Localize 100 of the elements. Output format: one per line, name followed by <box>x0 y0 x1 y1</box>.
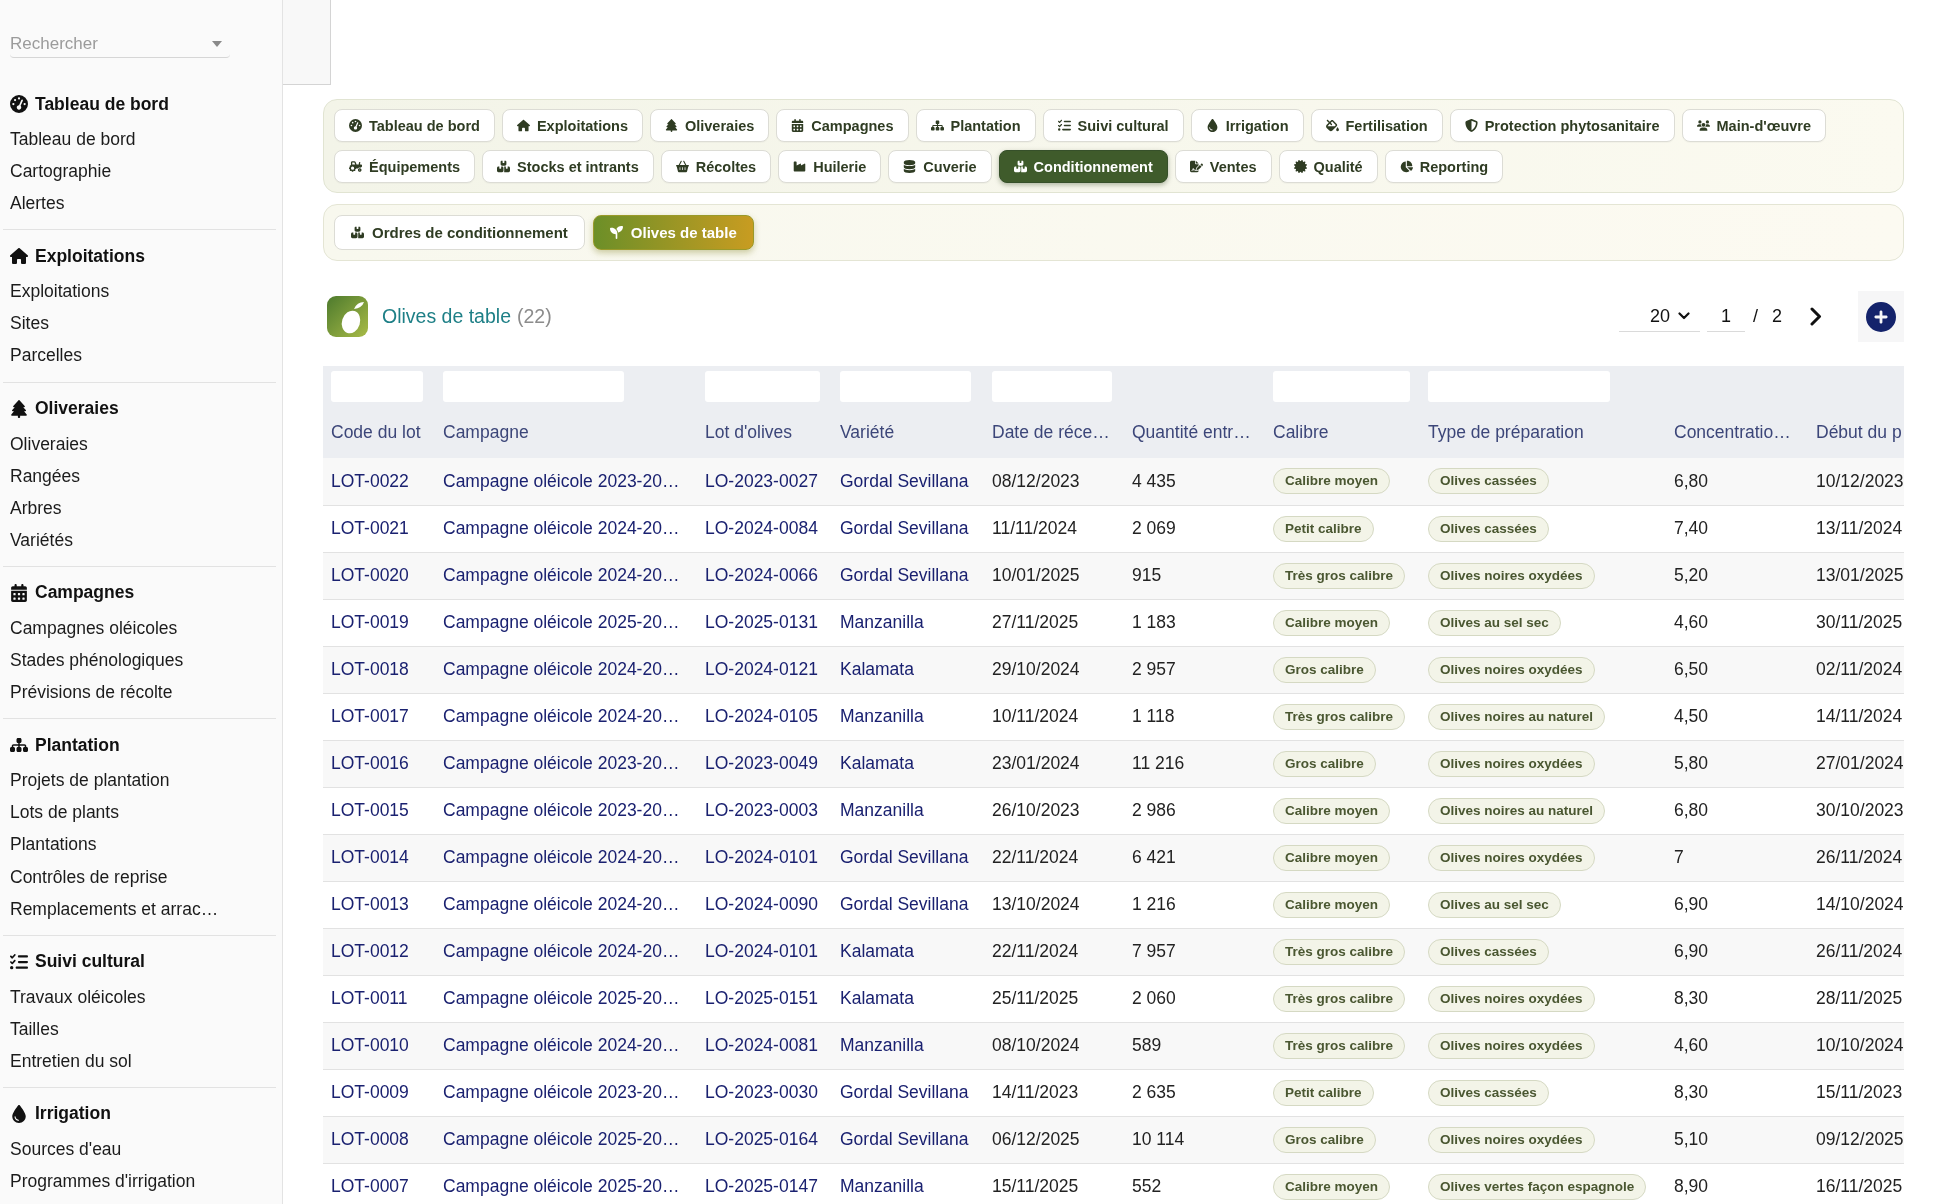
nav-tab[interactable]: Protection phytosanitaire <box>1449 109 1675 142</box>
lot-code-link[interactable]: LOT-0015 <box>331 800 409 820</box>
sidebar-item[interactable]: Cartographie <box>10 155 112 188</box>
lot-code-link[interactable]: LOT-0020 <box>331 565 409 585</box>
sidebar-item[interactable]: Arbres <box>10 491 62 524</box>
campaign-link[interactable]: Campagne oléicole 2024-20… <box>443 518 680 538</box>
sidebar-item[interactable]: Programmes d'irrigation <box>10 1165 196 1198</box>
sidebar-item[interactable]: Prévisions de récolte <box>10 676 173 709</box>
nav-tab[interactable]: Suivi cultural <box>1042 109 1184 142</box>
campaign-link[interactable]: Campagne oléicole 2024-20… <box>443 941 680 961</box>
olive-lot-link[interactable]: LO-2023-0027 <box>705 470 818 491</box>
nav-tab[interactable]: Récoltes <box>660 150 772 183</box>
lot-code-link[interactable]: LOT-0014 <box>331 847 409 867</box>
variety-link[interactable]: Kalamata <box>840 941 914 961</box>
variety-link[interactable]: Kalamata <box>840 753 914 773</box>
nav-tab[interactable]: Fertilisation <box>1310 109 1443 142</box>
olive-lot-link[interactable]: LO-2024-0090 <box>705 894 818 914</box>
olive-lot-link[interactable]: LO-2024-0084 <box>705 518 818 538</box>
nav-tab[interactable]: Huilerie <box>778 150 882 183</box>
lot-code-link[interactable]: LOT-0010 <box>331 1035 409 1055</box>
nav-tab[interactable]: Cuverie <box>888 150 992 183</box>
lot-code-link[interactable]: LOT-0012 <box>331 941 409 961</box>
lot-code-link[interactable]: LOT-0008 <box>331 1129 409 1149</box>
sidebar-item[interactable]: Stades phénologiques <box>10 644 184 677</box>
sidebar-item[interactable]: Variétés <box>10 523 73 556</box>
olive-lot-link[interactable]: LO-2024-0101 <box>705 941 818 961</box>
olive-lot-link[interactable]: LO-2025-0131 <box>705 612 818 632</box>
variety-link[interactable]: Manzanilla <box>840 612 924 632</box>
olive-lot-link[interactable]: LO-2024-0105 <box>705 706 818 726</box>
nav-tab[interactable]: Plantation <box>915 109 1036 142</box>
nav-tab[interactable]: Équipements <box>334 150 476 183</box>
add-button[interactable] <box>1858 291 1904 342</box>
lot-code-link[interactable]: LOT-0022 <box>331 470 409 491</box>
lot-code-link[interactable]: LOT-0013 <box>331 894 409 914</box>
olive-lot-link[interactable]: LO-2025-0164 <box>705 1129 818 1149</box>
sidebar-item[interactable]: Remplacements et arrac… <box>10 892 219 925</box>
olive-lot-link[interactable]: LO-2024-0101 <box>705 847 818 867</box>
sidebar-item[interactable]: Rangées <box>10 459 81 492</box>
lot-code-link[interactable]: LOT-0007 <box>331 1176 409 1196</box>
campaign-link[interactable]: Campagne oléicole 2023-20… <box>443 753 680 773</box>
nav-tab[interactable]: Qualité <box>1278 150 1378 183</box>
campaign-link[interactable]: Campagne oléicole 2023-20… <box>443 1082 680 1102</box>
olive-lot-link[interactable]: LO-2023-0003 <box>705 800 818 820</box>
campaign-link[interactable]: Campagne oléicole 2023-20… <box>443 470 680 491</box>
olive-lot-link[interactable]: LO-2024-0066 <box>705 565 818 585</box>
olive-lot-link[interactable]: LO-2025-0147 <box>705 1176 818 1196</box>
campaign-link[interactable]: Campagne oléicole 2024-20… <box>443 659 680 679</box>
sidebar-item[interactable]: Campagnes oléicoles <box>10 611 178 645</box>
lot-code-link[interactable]: LOT-0018 <box>331 659 409 679</box>
sub-tab[interactable]: Ordres de conditionnement <box>334 215 585 250</box>
nav-tab[interactable]: Main-d'œuvre <box>1681 109 1826 142</box>
nav-tab[interactable]: Campagnes <box>776 109 909 142</box>
sidebar-item[interactable]: Plantations <box>10 828 97 861</box>
olive-lot-link[interactable]: LO-2024-0121 <box>705 659 818 679</box>
campaign-link[interactable]: Campagne oléicole 2024-20… <box>443 706 680 726</box>
sidebar-item[interactable]: Tableau de bord <box>10 123 136 156</box>
nav-tab[interactable]: Oliveraies <box>649 109 770 142</box>
campaign-link[interactable]: Campagne oléicole 2025-20… <box>443 1176 680 1196</box>
nav-tab[interactable]: Irrigation <box>1190 109 1304 142</box>
variety-link[interactable]: Manzanilla <box>840 1035 924 1055</box>
variety-link[interactable]: Gordal Sevillana <box>840 565 969 585</box>
nav-tab[interactable]: Stocks et intrants <box>482 150 654 183</box>
campaign-link[interactable]: Campagne oléicole 2025-20… <box>443 988 680 1008</box>
sidebar-item[interactable]: Tailles <box>10 1012 59 1045</box>
sidebar-item[interactable]: Exploitations <box>10 275 110 308</box>
variety-link[interactable]: Gordal Sevillana <box>840 1129 969 1149</box>
nav-tab[interactable]: Tableau de bord <box>334 109 495 142</box>
variety-link[interactable]: Gordal Sevillana <box>840 1082 969 1102</box>
olive-lot-link[interactable]: LO-2023-0030 <box>705 1082 818 1102</box>
next-page-button[interactable] <box>1810 307 1822 326</box>
lot-code-link[interactable]: LOT-0019 <box>331 612 409 632</box>
variety-link[interactable]: Manzanilla <box>840 706 924 726</box>
lot-code-link[interactable]: LOT-0009 <box>331 1082 409 1102</box>
variety-link[interactable]: Gordal Sevillana <box>840 518 969 538</box>
sidebar-item[interactable]: Contrôles de reprise <box>10 860 168 893</box>
variety-link[interactable]: Gordal Sevillana <box>840 470 969 491</box>
olive-lot-link[interactable]: LO-2025-0151 <box>705 988 818 1008</box>
nav-tab[interactable]: Ventes <box>1174 150 1272 183</box>
sidebar-item[interactable]: Alertes <box>10 187 65 220</box>
variety-link[interactable]: Gordal Sevillana <box>840 847 969 867</box>
variety-link[interactable]: Manzanilla <box>840 1176 924 1196</box>
campaign-link[interactable]: Campagne oléicole 2025-20… <box>443 1129 680 1149</box>
campaign-link[interactable]: Campagne oléicole 2024-20… <box>443 1035 680 1055</box>
lot-code-link[interactable]: LOT-0021 <box>331 518 409 538</box>
campaign-link[interactable]: Campagne oléicole 2024-20… <box>443 847 680 867</box>
sidebar-item[interactable]: Lots de plants <box>10 796 119 829</box>
page-size-select[interactable]: 20 <box>1618 301 1700 332</box>
nav-tab[interactable]: Reporting <box>1384 150 1504 183</box>
sidebar-item[interactable]: Parcelles <box>10 339 82 372</box>
lot-code-link[interactable]: LOT-0011 <box>331 988 408 1008</box>
lot-code-link[interactable]: LOT-0016 <box>331 753 409 773</box>
olive-lot-link[interactable]: LO-2023-0049 <box>705 753 818 773</box>
sidebar-item[interactable]: Sites <box>10 307 49 340</box>
variety-link[interactable]: Manzanilla <box>840 800 924 820</box>
nav-tab[interactable]: Exploitations <box>501 109 643 142</box>
search-field[interactable]: Rechercher <box>10 30 230 58</box>
sidebar-item[interactable]: Sources d'eau <box>10 1132 122 1166</box>
campaign-link[interactable]: Campagne oléicole 2024-20… <box>443 565 680 585</box>
campaign-link[interactable]: Campagne oléicole 2024-20… <box>443 894 680 914</box>
olive-lot-link[interactable]: LO-2024-0081 <box>705 1035 818 1055</box>
